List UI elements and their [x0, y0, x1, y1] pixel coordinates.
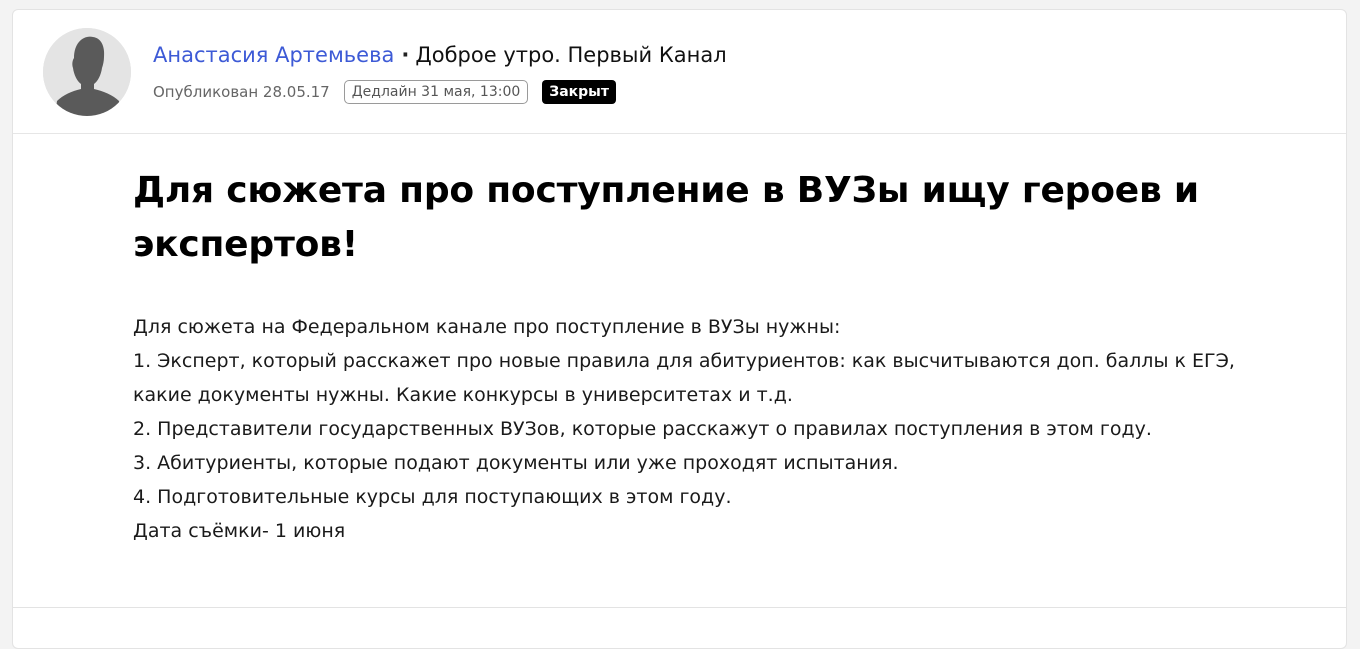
- post-body: Для сюжета на Федеральном канале про пос…: [133, 310, 1243, 548]
- deadline-badge: Дедлайн 31 мая, 13:00: [343, 80, 529, 104]
- body-line: Для сюжета на Федеральном канале про пос…: [133, 316, 841, 338]
- post-title: Для сюжета про поступление в ВУЗы ищу ге…: [133, 170, 1199, 265]
- default-user-silhouette-icon: [43, 28, 131, 116]
- post-meta: Опубликован 28.05.17 Дедлайн 31 мая, 13:…: [153, 78, 616, 106]
- body-line: 1. Эксперт, который расскажет про новые …: [133, 350, 1235, 406]
- body-line: 2. Представители государственных ВУЗов, …: [133, 418, 1152, 440]
- author-line: Анастасия Артемьева · Доброе утро. Первый …: [153, 40, 727, 70]
- footer-divider: [13, 607, 1346, 608]
- media-outlet-name: Доброе утро. Первый Канал: [415, 43, 727, 67]
- avatar[interactable]: [43, 28, 131, 116]
- published-date: Опубликован 28.05.17: [153, 83, 330, 101]
- post-card: Анастасия Артемьева · Доброе утро. Первый …: [12, 9, 1347, 649]
- status-badge: Закрыт: [542, 80, 616, 104]
- post-header: Анастасия Артемьева · Доброе утро. Первый …: [13, 10, 1346, 134]
- author-name-link[interactable]: Анастасия Артемьева: [153, 43, 394, 67]
- separator-dot: ·: [401, 43, 410, 67]
- body-line: 3. Абитуриенты, которые подают документы…: [133, 452, 899, 474]
- body-line: Дата съёмки- 1 июня: [133, 520, 346, 542]
- body-line: 4. Подготовительные курсы для поступающи…: [133, 486, 732, 508]
